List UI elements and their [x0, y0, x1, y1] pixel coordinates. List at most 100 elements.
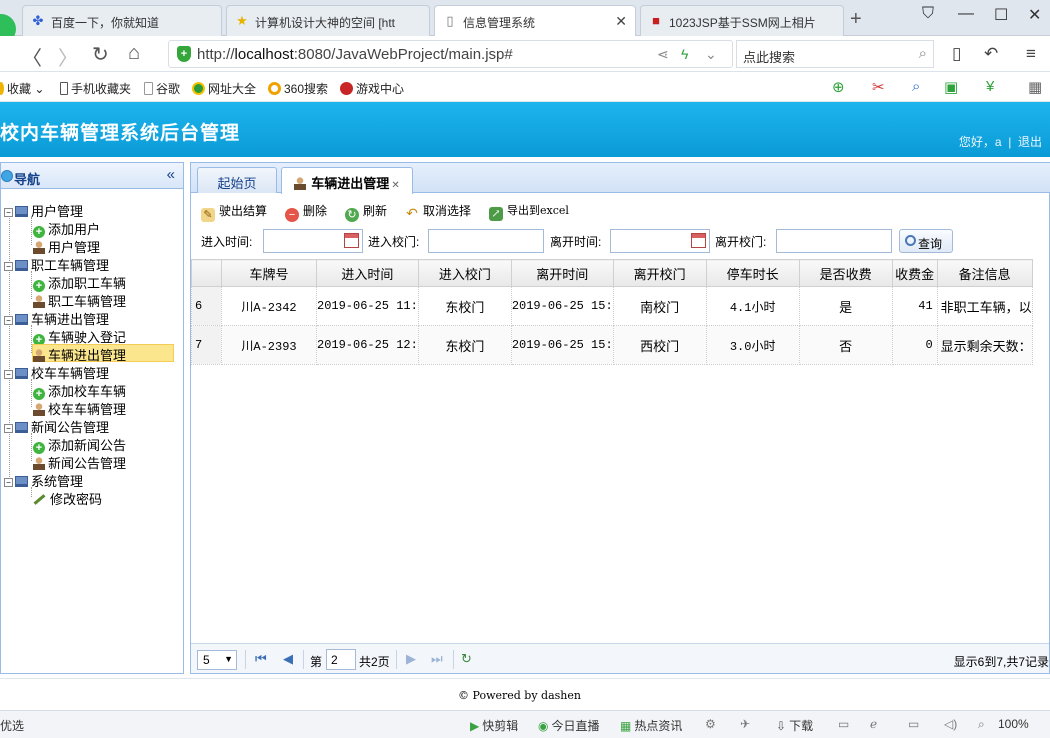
zoom-level[interactable]: 100% [998, 717, 1029, 731]
column-header[interactable]: 是否收费 [798, 259, 893, 287]
money-icon[interactable]: ¥ [986, 78, 994, 95]
chevron-down-icon[interactable]: ⌄ [705, 46, 717, 63]
bookmark-360[interactable]: 360搜索 [268, 80, 328, 97]
status-preferred[interactable]: 优选 [0, 717, 24, 734]
table-row[interactable]: 6 川A-2342 2019-06-25 11: 东校门 2019-06-25 … [191, 286, 1033, 326]
search-input[interactable]: 点此搜索 ⌕ [736, 40, 934, 68]
column-header[interactable]: 车牌号 [221, 259, 317, 287]
collapse-icon[interactable]: − [4, 262, 13, 271]
browser-tab-baidu[interactable]: ✤ 百度一下，你就知道 [22, 5, 222, 36]
browser-tab-space[interactable]: ★ 计算机设计大神的空间 [htt [226, 5, 430, 36]
bookmark-mobile[interactable]: 手机收藏夹 [60, 80, 131, 97]
status-download[interactable]: ⇩ 下载 [776, 717, 813, 734]
export-excel-button[interactable]: ↗ 导出到excel [489, 202, 569, 221]
bookmark-games[interactable]: 游戏中心 [340, 80, 404, 97]
tree-group-users[interactable]: − 用户管理 [4, 201, 83, 219]
tree-item-add-school-bus[interactable]: + 添加校车车辆 [33, 381, 126, 400]
window-close-button[interactable]: ✕ [1028, 5, 1041, 25]
tree-item-add-news[interactable]: + 添加新闻公告 [33, 435, 126, 454]
scissors-icon[interactable]: ✂ [872, 78, 885, 96]
column-header[interactable]: 进入时间 [316, 259, 419, 287]
column-header[interactable]: 离开时间 [510, 259, 614, 287]
share-icon[interactable]: ⋖ [657, 46, 669, 63]
checkout-button[interactable]: ✎ 驶出结算 [201, 202, 267, 222]
page-size-select[interactable]: 5 ▼ [197, 650, 237, 670]
close-icon[interactable]: ✕ [615, 13, 627, 30]
tree-item-staff-vehicle-manage[interactable]: 职工车辆管理 [33, 291, 126, 309]
search-icon[interactable]: ⌕ [912, 78, 920, 95]
menu-icon[interactable]: ≡ [1026, 44, 1036, 64]
devtools-icon[interactable]: ▭ [838, 717, 849, 731]
tree-group-news[interactable]: − 新闻公告管理 [4, 417, 109, 435]
bookmark-sites[interactable]: 网址大全 [192, 80, 256, 97]
collapse-icon[interactable]: − [4, 316, 13, 325]
search-icon[interactable]: ⌕ [919, 45, 927, 62]
browser-tab-info[interactable]: ▯ 信息管理系统 ✕ [434, 5, 636, 37]
column-header[interactable]: 离开校门 [612, 259, 707, 287]
tree-group-system[interactable]: − 系统管理 [4, 471, 83, 489]
collapse-icon[interactable]: − [4, 370, 13, 379]
tree-item-vehicle-access-manage[interactable]: 车辆进出管理 [32, 344, 174, 363]
skin-icon[interactable]: ⛉ [922, 5, 934, 23]
extension-icon[interactable]: ⊕ [832, 78, 845, 96]
last-page-button[interactable]: ⏭ [431, 651, 443, 667]
lightning-icon[interactable]: ϟ [681, 46, 688, 62]
tree-item-add-user[interactable]: + 添加用户 [33, 219, 100, 238]
cancel-selection-button[interactable]: ↶ 取消选择 [405, 202, 471, 220]
table-row[interactable]: 7 川A-2393 2019-06-25 12: 东校门 2019-06-25 … [191, 325, 1033, 365]
first-page-button[interactable]: ⏮ [255, 651, 267, 667]
phone-icon[interactable]: ▯ [952, 44, 961, 64]
calendar-icon[interactable] [344, 233, 359, 248]
tab-vehicle-access[interactable]: 车辆进出管理 ✕ [281, 167, 413, 194]
tree-item-news-manage[interactable]: 新闻公告管理 [33, 453, 126, 471]
zoom-icon[interactable]: ⌕ [978, 717, 985, 732]
collapse-icon[interactable]: − [4, 478, 13, 487]
tree-item-school-bus-manage[interactable]: 校车车辆管理 [33, 399, 126, 417]
address-bar[interactable]: + http://localhost:8080/JavaWebProject/m… [168, 40, 733, 68]
new-tab-button[interactable]: + [850, 8, 862, 31]
close-icon[interactable]: ✕ [391, 180, 399, 191]
query-button[interactable]: 查询 [899, 229, 953, 253]
undo-icon[interactable]: ↶ [984, 44, 998, 64]
status-news[interactable]: ▦ 热点资讯 [620, 717, 682, 734]
refresh-button[interactable]: ↻ 刷新 [345, 202, 387, 222]
tree-item-vehicle-entry[interactable]: + 车辆驶入登记 [33, 327, 126, 346]
bookmark-google[interactable]: 谷歌 [144, 80, 180, 97]
status-video-edit[interactable]: ▶ 快剪辑 [470, 717, 518, 734]
display-icon[interactable]: ▭ [908, 717, 919, 731]
out-time-input[interactable] [610, 229, 710, 253]
back-button[interactable]: 〈 [22, 42, 42, 71]
collapse-icon[interactable]: − [4, 208, 13, 217]
reload-button[interactable]: ↻ [92, 42, 109, 67]
next-page-button[interactable]: ▶ [406, 651, 416, 667]
status-live[interactable]: ◉ 今日直播 [538, 717, 600, 734]
column-header[interactable]: 进入校门 [417, 259, 512, 287]
gamepad-icon[interactable]: ▣ [944, 78, 958, 96]
calendar-icon[interactable] [691, 233, 706, 248]
bookmark-favorites[interactable]: 收藏 ⌄ [0, 80, 44, 97]
tree-group-staff-vehicles[interactable]: − 职工车辆管理 [4, 255, 109, 273]
home-button[interactable]: ⌂ [128, 42, 140, 65]
tree-group-school-bus[interactable]: − 校车车辆管理 [4, 363, 109, 381]
collapse-icon[interactable]: − [4, 424, 13, 433]
maximize-button[interactable]: ☐ [994, 5, 1008, 25]
tree-item-add-staff-vehicle[interactable]: + 添加职工车辆 [33, 273, 126, 292]
collapse-icon[interactable]: « [167, 166, 175, 183]
column-header[interactable]: 停车时长 [705, 259, 800, 287]
column-header[interactable]: 备注信息 [936, 259, 1033, 287]
in-gate-input[interactable] [428, 229, 544, 253]
forward-button[interactable]: 〉 [58, 42, 78, 71]
prev-page-button[interactable]: ◀ [283, 651, 293, 667]
tree-item-user-manage[interactable]: 用户管理 [33, 237, 100, 255]
minimize-button[interactable]: — [958, 5, 974, 23]
out-gate-input[interactable] [776, 229, 892, 253]
speed-icon[interactable]: ⚙ [705, 717, 716, 731]
tab-home[interactable]: 起始页 [197, 167, 277, 193]
in-time-input[interactable] [263, 229, 363, 253]
pin-icon[interactable]: ✈ [740, 717, 750, 731]
tree-group-vehicle-access[interactable]: − 车辆进出管理 [4, 309, 109, 327]
delete-button[interactable]: − 删除 [285, 202, 327, 222]
browser-tab-ssm[interactable]: ■ 1023JSP基于SSM网上相片 [640, 5, 844, 36]
logout-link[interactable]: 退出 [1018, 135, 1042, 149]
reload-icon[interactable]: ↻ [461, 651, 472, 667]
